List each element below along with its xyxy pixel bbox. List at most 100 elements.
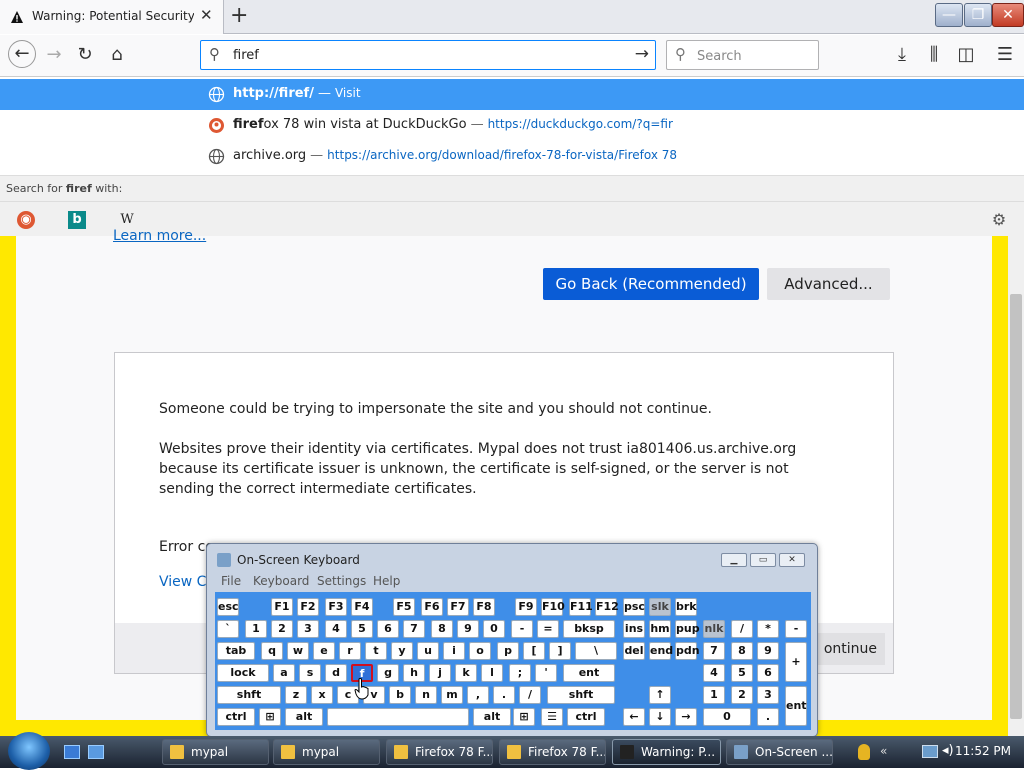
- key-pdn[interactable]: pdn: [675, 642, 700, 660]
- key-↑[interactable]: ↑: [649, 686, 671, 704]
- key-F4[interactable]: F4: [351, 598, 373, 616]
- reload-icon[interactable]: ↻: [73, 43, 97, 67]
- menu-settings[interactable]: Settings: [317, 574, 366, 588]
- key-/[interactable]: /: [731, 620, 753, 638]
- close-window-button[interactable]: ✕: [992, 3, 1024, 27]
- switch-windows-icon[interactable]: [88, 745, 104, 759]
- key-=[interactable]: =: [537, 620, 559, 638]
- show-desktop-icon[interactable]: [64, 745, 80, 759]
- maximize-button[interactable]: ❐: [964, 3, 992, 27]
- key-5[interactable]: 5: [351, 620, 373, 638]
- key-\[interactable]: \: [575, 642, 617, 660]
- key-h[interactable]: h: [403, 664, 425, 682]
- scrollbar[interactable]: [1008, 236, 1024, 736]
- new-tab-button[interactable]: +: [230, 3, 248, 28]
- url-input[interactable]: firef: [233, 48, 259, 63]
- key-F1[interactable]: F1: [271, 598, 293, 616]
- start-orb-icon[interactable]: [8, 732, 50, 770]
- suggestion-row[interactable]: firefox 78 win vista at DuckDuckGo — https…: [0, 110, 1024, 141]
- key-ins[interactable]: ins: [623, 620, 645, 638]
- key-2[interactable]: 2: [731, 686, 753, 704]
- key-7[interactable]: 7: [703, 642, 725, 660]
- key--[interactable]: -: [785, 620, 807, 638]
- taskbar-item[interactable]: Firefox 78 F...: [499, 739, 606, 765]
- key-u[interactable]: u: [417, 642, 439, 660]
- sidebar-icon[interactable]: ◫: [954, 43, 978, 67]
- key-;[interactable]: ;: [509, 664, 531, 682]
- key-][interactable]: ]: [549, 642, 571, 660]
- key-r[interactable]: r: [339, 642, 361, 660]
- key-i[interactable]: i: [443, 642, 465, 660]
- menu-file[interactable]: File: [221, 574, 241, 588]
- suggestion-row[interactable]: archive.org — https://archive.org/download…: [0, 141, 1024, 172]
- taskbar-item[interactable]: mypal: [273, 739, 380, 765]
- download-icon[interactable]: ⤓: [890, 43, 914, 67]
- key-m[interactable]: m: [441, 686, 463, 704]
- tray-expand-icon[interactable]: «: [880, 744, 887, 758]
- key-g[interactable]: g: [377, 664, 399, 682]
- key-7[interactable]: 7: [403, 620, 425, 638]
- key-w[interactable]: w: [287, 642, 309, 660]
- key-shft[interactable]: shft: [547, 686, 615, 704]
- key-brk[interactable]: brk: [675, 598, 697, 616]
- taskbar-item[interactable]: Warning: P...: [612, 739, 721, 765]
- menu-icon[interactable]: ☰: [993, 43, 1017, 67]
- key-F2[interactable]: F2: [297, 598, 319, 616]
- key-9[interactable]: 9: [757, 642, 779, 660]
- key-d[interactable]: d: [325, 664, 347, 682]
- key-slk[interactable]: slk: [649, 598, 671, 616]
- key-F8[interactable]: F8: [473, 598, 495, 616]
- osk-maximize-button[interactable]: ▭: [750, 553, 776, 567]
- key-x[interactable]: x: [311, 686, 333, 704]
- key-4[interactable]: 4: [703, 664, 725, 682]
- key-k[interactable]: k: [455, 664, 477, 682]
- key-2[interactable]: 2: [271, 620, 293, 638]
- tab-close-icon[interactable]: ✕: [200, 6, 213, 24]
- key-.[interactable]: .: [757, 708, 779, 726]
- key-F12[interactable]: F12: [595, 598, 619, 616]
- key-alt[interactable]: alt: [473, 708, 511, 726]
- bing-icon[interactable]: b: [68, 211, 86, 229]
- gear-icon[interactable]: ⚙: [990, 211, 1008, 229]
- key-8[interactable]: 8: [431, 620, 453, 638]
- active-tab[interactable]: Warning: Potential Security Risk Ahead ✕: [0, 0, 224, 34]
- key-q[interactable]: q: [261, 642, 283, 660]
- duckduckgo-icon[interactable]: ◉: [17, 211, 35, 229]
- search-field[interactable]: ⚲ Search: [666, 40, 819, 70]
- osk-close-button[interactable]: ✕: [779, 553, 805, 567]
- security-shield-icon[interactable]: [858, 744, 870, 760]
- clock[interactable]: 11:52 PM: [955, 744, 1011, 758]
- home-icon[interactable]: ⌂: [105, 43, 129, 67]
- wikipedia-icon[interactable]: W: [118, 211, 136, 229]
- key-⊞[interactable]: ⊞: [259, 708, 281, 726]
- key-o[interactable]: o: [469, 642, 491, 660]
- go-back-button[interactable]: Go Back (Recommended): [543, 268, 759, 300]
- key--[interactable]: -: [511, 620, 533, 638]
- key-p[interactable]: p: [497, 642, 519, 660]
- taskbar-item[interactable]: On-Screen ...: [726, 739, 833, 765]
- key-tab[interactable]: tab: [217, 642, 255, 660]
- key-nlk[interactable]: nlk: [703, 620, 725, 638]
- key-s[interactable]: s: [299, 664, 321, 682]
- key-1[interactable]: 1: [245, 620, 267, 638]
- key-5[interactable]: 5: [731, 664, 753, 682]
- key-,[interactable]: ,: [467, 686, 489, 704]
- key-F10[interactable]: F10: [541, 598, 565, 616]
- key-lock[interactable]: lock: [217, 664, 269, 682]
- taskbar-item[interactable]: mypal: [162, 739, 269, 765]
- volume-icon[interactable]: ◂): [942, 743, 954, 758]
- key-←[interactable]: ←: [623, 708, 645, 726]
- learn-more-link[interactable]: Learn more...: [113, 228, 206, 244]
- key-n[interactable]: n: [415, 686, 437, 704]
- scrollbar-thumb[interactable]: [1010, 294, 1022, 719]
- key-6[interactable]: 6: [757, 664, 779, 682]
- key-'[interactable]: ': [535, 664, 557, 682]
- url-bar[interactable]: ⚲ firef →: [200, 40, 656, 70]
- key-`[interactable]: `: [217, 620, 239, 638]
- key-9[interactable]: 9: [457, 620, 479, 638]
- key-hm[interactable]: hm: [649, 620, 671, 638]
- key-*[interactable]: *: [757, 620, 779, 638]
- forward-icon[interactable]: →: [42, 43, 66, 67]
- key-6[interactable]: 6: [377, 620, 399, 638]
- key-e[interactable]: e: [313, 642, 335, 660]
